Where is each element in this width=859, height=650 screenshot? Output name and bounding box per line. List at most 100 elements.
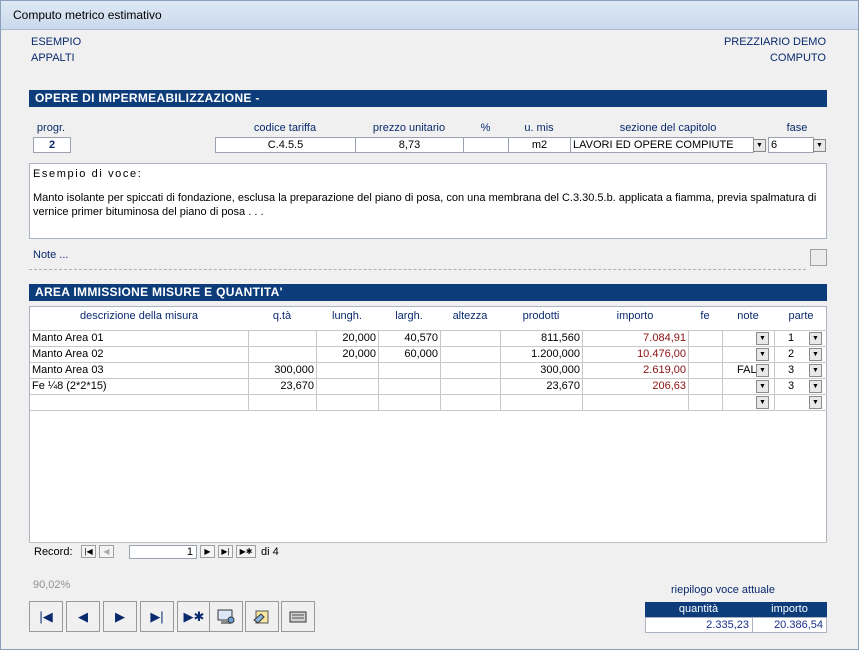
fase-dropdown-button[interactable]: ▼ [813, 139, 826, 152]
cell-descrizione[interactable]: Manto Area 01 [32, 331, 246, 346]
record-label: Record: [34, 546, 73, 558]
umis-field[interactable]: m2 [508, 137, 571, 153]
cell-parte[interactable]: 3 [776, 363, 806, 378]
main-window: Computo metrico estimativo ESEMPIO APPAL… [0, 0, 859, 650]
keyboard-button[interactable] [281, 601, 315, 632]
first-button[interactable]: |◀ [29, 601, 63, 632]
first-record-icon[interactable]: |◀ [81, 545, 96, 558]
cell-note[interactable]: FAL [737, 363, 757, 378]
parte-dropdown-button[interactable]: ▼ [809, 380, 822, 393]
last-button[interactable]: ▶| [140, 601, 174, 632]
cell-largh[interactable]: 40,570 [380, 331, 438, 346]
cell-prodotti: 1.200,000 [531, 348, 580, 360]
header-appalti: APPALTI [31, 52, 75, 64]
window-title: Computo metrico estimativo [13, 8, 162, 22]
col-fe: fe [700, 310, 710, 322]
fase-select[interactable]: 6 [768, 137, 814, 153]
cell-parte[interactable]: 2 [776, 347, 806, 362]
form-body: ESEMPIO APPALTI PREZZIARIO DEMO COMPUTO … [3, 30, 856, 647]
col-prodotti: prodotti [522, 310, 560, 322]
next-record-icon[interactable]: ▶ [200, 545, 215, 558]
new-record-big-icon: ▶✱ [183, 609, 205, 624]
cell-lungh[interactable]: 20,000 [318, 331, 376, 346]
summary-qta-value: 2.335,23 [645, 617, 753, 633]
sezione-dropdown-button[interactable]: ▼ [753, 139, 766, 152]
cell-qta[interactable] [250, 331, 314, 346]
cell-largh[interactable]: 60,000 [380, 347, 438, 362]
parte-dropdown-button[interactable]: ▼ [809, 396, 822, 409]
row-line [30, 410, 827, 411]
col-line [248, 330, 249, 410]
cell-parte[interactable]: 3 [776, 379, 806, 394]
cell-altezza[interactable] [442, 379, 498, 394]
label-progr: progr. [36, 122, 66, 134]
summary-title: riepilogo voce attuale [671, 584, 775, 596]
summary-importo-value: 20.386,54 [752, 617, 827, 633]
cell-descrizione[interactable]: Fe ¼8 (2*2*15) [32, 379, 246, 394]
cell-altezza[interactable] [442, 347, 498, 362]
cell-note[interactable] [724, 347, 758, 362]
cell-lungh[interactable] [318, 379, 376, 394]
col-note: note [737, 310, 759, 322]
col-importo: importo [616, 310, 654, 322]
note-dropdown-button[interactable]: ▼ [756, 380, 769, 393]
cell-lungh[interactable]: 20,000 [318, 347, 376, 362]
note-dropdown-button[interactable]: ▼ [756, 396, 769, 409]
parte-dropdown-button[interactable]: ▼ [809, 364, 822, 377]
col-line [774, 330, 775, 410]
cell-note[interactable] [724, 331, 758, 346]
row-line [30, 394, 827, 395]
col-qta: q.tà [272, 310, 292, 322]
label-fase: fase [786, 122, 808, 134]
cell-lungh[interactable] [318, 363, 376, 378]
col-parte: parte [788, 310, 814, 322]
computer-button[interactable] [209, 601, 243, 632]
note-dropdown-button[interactable]: ▼ [756, 332, 769, 345]
cell-importo: 206,63 [652, 380, 686, 392]
record-number-field[interactable]: 1 [129, 545, 197, 559]
cell-qta[interactable] [250, 347, 314, 362]
cell-parte[interactable]: 1 [776, 331, 806, 346]
col-line [722, 330, 723, 410]
cell-largh[interactable] [380, 379, 438, 394]
col-line [316, 330, 317, 410]
cell-altezza[interactable] [442, 363, 498, 378]
label-percent: % [480, 122, 491, 134]
codice-tariffa-field[interactable]: C.4.5.5 [215, 137, 356, 153]
prezzo-unitario-field[interactable]: 8,73 [355, 137, 464, 153]
cell-importo: 7.084,91 [643, 332, 686, 344]
cell-qta[interactable]: 23,670 [250, 379, 314, 394]
note-label[interactable]: Note ... [33, 249, 68, 261]
computer-icon [217, 609, 235, 624]
col-largh: largh. [395, 310, 423, 322]
cell-descrizione[interactable]: Manto Area 02 [32, 347, 246, 362]
cell-largh[interactable] [380, 363, 438, 378]
note-separator [29, 269, 806, 270]
col-line [378, 330, 379, 410]
cell-altezza[interactable] [442, 331, 498, 346]
summary-importo-header: importo [752, 602, 827, 617]
cell-descrizione[interactable]: Manto Area 03 [32, 363, 246, 378]
prev-record-icon[interactable]: ◀ [99, 545, 114, 558]
prev-button[interactable]: ◀ [66, 601, 100, 632]
parte-dropdown-button[interactable]: ▼ [809, 348, 822, 361]
new-button[interactable]: ▶✱ [177, 601, 211, 632]
last-record-icon[interactable]: ▶| [218, 545, 233, 558]
note-dropdown-button[interactable]: ▼ [756, 348, 769, 361]
paint-button[interactable] [245, 601, 279, 632]
note-dropdown-button[interactable]: ▼ [756, 364, 769, 377]
cell-note[interactable] [724, 379, 758, 394]
next-button[interactable]: ▶ [103, 601, 137, 632]
description-box[interactable]: Esempio di voce: Manto isolante per spic… [29, 163, 827, 239]
parte-dropdown-button[interactable]: ▼ [809, 332, 822, 345]
title-bar[interactable]: Computo metrico estimativo [1, 1, 858, 30]
note-button[interactable] [810, 249, 827, 266]
new-record-icon[interactable]: ▶✱ [236, 545, 256, 558]
percent-field[interactable] [463, 137, 509, 153]
description-heading: Esempio di voce: [33, 168, 143, 180]
measures-title: AREA IMMISSIONE MISURE E QUANTITA' [35, 285, 283, 299]
progr-field[interactable]: 2 [33, 137, 71, 153]
cell-qta[interactable]: 300,000 [250, 363, 314, 378]
col-line [688, 330, 689, 410]
sezione-capitolo-select[interactable]: LAVORI ED OPERE COMPIUTE [570, 137, 754, 153]
